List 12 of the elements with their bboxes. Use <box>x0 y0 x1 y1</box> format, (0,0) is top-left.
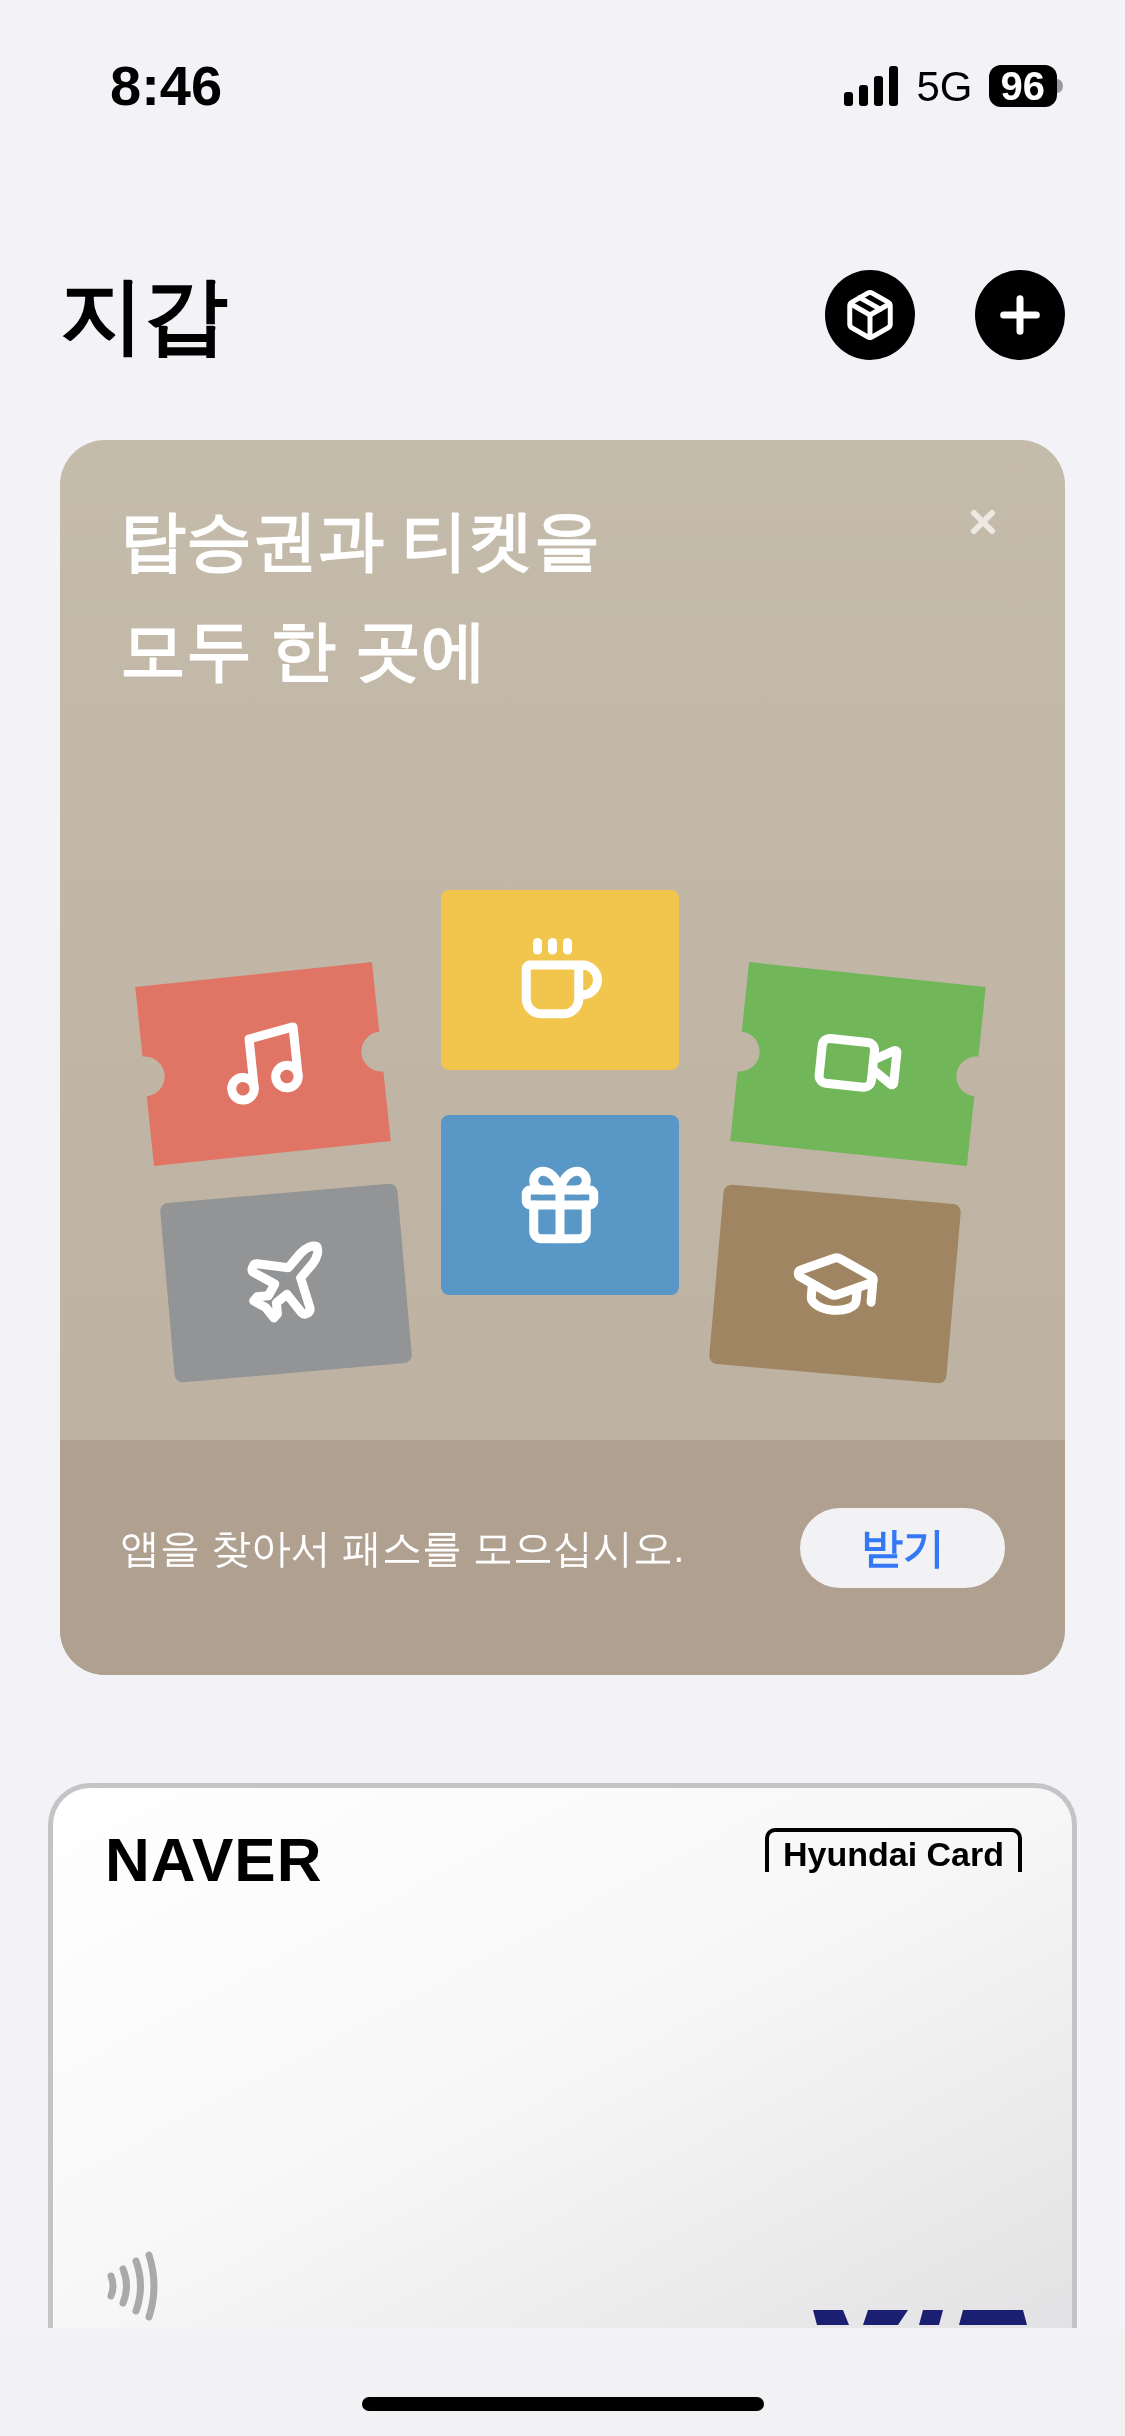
signal-icon <box>844 66 901 106</box>
battery-level: 96 <box>988 65 1057 107</box>
payment-card[interactable]: NAVER Hyundai Card <box>48 1783 1077 2328</box>
home-indicator[interactable] <box>361 2396 764 2411</box>
status-time: 8:46 <box>110 53 223 119</box>
get-button[interactable]: 받기 <box>800 1507 1005 1588</box>
card-issuer: Hyundai Card <box>764 1828 1022 1872</box>
page-title: 지갑 <box>60 267 228 364</box>
promo-message: 앱을 찾아서 패스를 모으십시오. <box>120 1524 685 1572</box>
promo-title: 탑승권과 티켓을 모두 한 곳에 <box>120 502 602 689</box>
network-label: 5G <box>916 61 973 112</box>
card-brand: NAVER <box>105 1828 323 1892</box>
